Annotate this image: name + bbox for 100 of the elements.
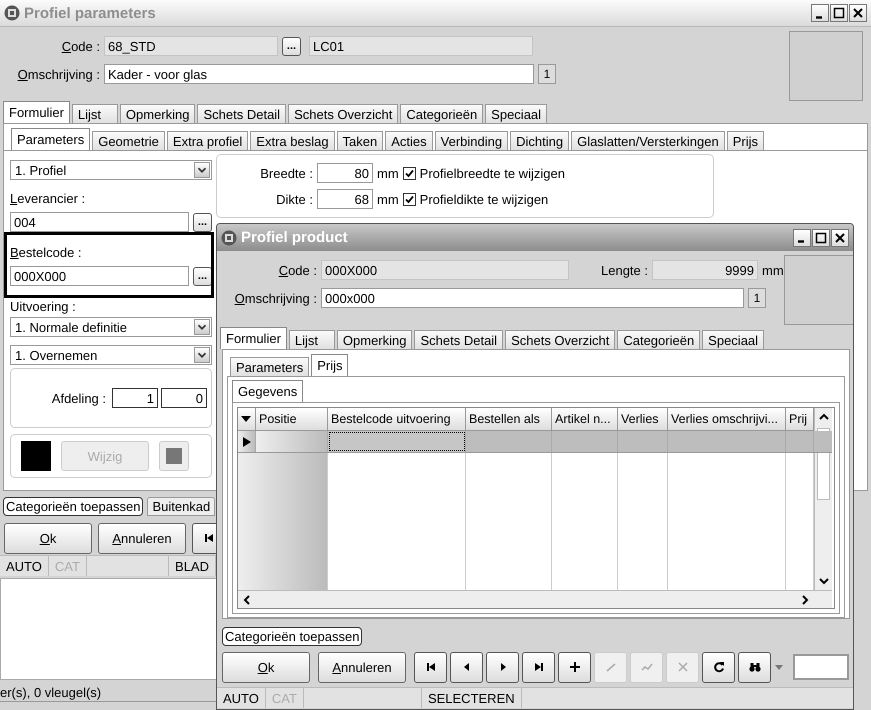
cancel-button[interactable]: Annuleren — [318, 652, 406, 682]
tab[interactable]: Formulier — [220, 327, 287, 349]
column-menu-button[interactable] — [238, 408, 256, 431]
plus-icon — [568, 661, 580, 673]
minimize-button[interactable] — [811, 4, 829, 22]
field-label: Omschrijving : — [16, 66, 100, 82]
tab[interactable]: Extra profiel — [166, 131, 248, 150]
close-button[interactable] — [849, 4, 867, 22]
tab[interactable]: Acties — [385, 131, 433, 150]
close-button[interactable] — [831, 228, 849, 246]
nav-button[interactable] — [702, 652, 735, 682]
tab[interactable]: Schets Detail — [197, 104, 286, 123]
cancel-button[interactable]: Annuleren — [98, 522, 186, 554]
field-label: Code : — [60, 38, 100, 54]
checkbox-label: Profieldikte te wijzigen — [420, 192, 548, 206]
maximize-button[interactable] — [830, 4, 848, 22]
tab[interactable]: Glaslatten/Versterkingen — [571, 131, 725, 150]
tab[interactable]: Lijst — [72, 104, 118, 123]
nav-button[interactable] — [414, 652, 447, 682]
row-pointer-icon — [242, 436, 250, 446]
length-field[interactable]: 9999 — [652, 260, 758, 280]
nav-button[interactable] — [738, 652, 771, 682]
nav-button[interactable] — [486, 652, 519, 682]
column-header[interactable]: Bestellen als — [466, 408, 552, 431]
tab[interactable]: Prijs — [726, 131, 764, 150]
chevron-icon — [194, 162, 210, 178]
side-tab[interactable]: Buitenkad — [147, 497, 216, 516]
supplier-field[interactable]: 004 — [10, 212, 189, 232]
unit-label: mm — [762, 262, 784, 278]
order-code-field[interactable]: 000X000 — [10, 266, 189, 286]
edit-icon — [604, 661, 616, 673]
code-field[interactable]: 68_STD — [104, 36, 278, 56]
post-icon — [640, 661, 652, 673]
tab[interactable]: Parameters — [230, 357, 310, 376]
tab[interactable]: Prijs — [311, 354, 348, 376]
field-label: Afdeling : — [52, 390, 106, 406]
tab[interactable]: Schets Overzicht — [505, 330, 616, 349]
tab[interactable]: Dichting — [510, 131, 570, 150]
ok-button[interactable]: Ok — [4, 522, 92, 554]
tab[interactable]: Formulier — [3, 101, 70, 123]
tab[interactable]: Gegevens — [232, 380, 304, 402]
tab[interactable]: Taken — [336, 131, 384, 150]
column-header[interactable]: Verlies — [618, 408, 668, 431]
tab[interactable]: Parameters — [11, 128, 90, 150]
tab[interactable]: Schets Overzicht — [288, 104, 398, 123]
dimension-field[interactable]: 68 — [317, 189, 373, 209]
tab[interactable]: Categorieën — [617, 330, 700, 349]
description-field[interactable]: 000x000 — [321, 288, 744, 308]
type-select[interactable]: 1. Profiel — [10, 160, 212, 180]
browse-button[interactable]: ... — [193, 212, 212, 232]
code-field[interactable]: 000X000 — [321, 260, 569, 280]
refresh-icon — [712, 661, 724, 673]
count-label: 1 — [538, 64, 556, 84]
checkbox[interactable] — [402, 192, 416, 206]
input-field[interactable] — [793, 654, 849, 680]
close-icon — [834, 232, 846, 244]
field-label: Code : — [278, 262, 317, 278]
tab[interactable]: Speciaal — [485, 104, 548, 123]
column-header[interactable]: Bestelcode uitvoering — [328, 408, 466, 431]
chevron-icon — [194, 347, 210, 363]
tab[interactable]: Opmerking — [336, 330, 412, 349]
minimize-button[interactable] — [793, 228, 811, 246]
tab[interactable]: Opmerking — [120, 104, 196, 123]
nav-button[interactable] — [522, 652, 555, 682]
tab[interactable]: Speciaal — [702, 330, 764, 349]
dimension-field[interactable]: 80 — [317, 163, 373, 183]
column-header[interactable]: Artikel n... — [552, 408, 618, 431]
department-field[interactable]: 1 — [112, 388, 158, 408]
status-text: er(s), 0 vleugel(s) — [0, 684, 102, 700]
maximize-icon — [833, 7, 845, 19]
mode-select[interactable]: 1. Overnemen — [10, 345, 212, 365]
apply-categories-button[interactable]: Categorieën toepassen — [222, 627, 362, 646]
column-header[interactable]: Verlies omschrijvi... — [668, 408, 786, 431]
tab[interactable]: Schets Detail — [414, 330, 504, 349]
tab[interactable]: Lijst — [288, 330, 335, 349]
execution-select[interactable]: 1. Normale definitie — [10, 317, 212, 337]
dropdown-caret-icon[interactable] — [774, 663, 784, 671]
description-field[interactable]: Kader - voor glas — [104, 64, 534, 84]
browse-button[interactable]: ... — [282, 36, 301, 56]
field-label: Dikte : — [275, 192, 313, 206]
checkbox[interactable] — [402, 166, 416, 180]
code-field[interactable]: LC01 — [309, 36, 533, 56]
tab[interactable]: Verbinding — [434, 131, 508, 150]
horizontal-scrollbar[interactable] — [238, 590, 832, 608]
color-swatch[interactable] — [159, 441, 189, 471]
tab[interactable]: Categorieën — [400, 104, 484, 123]
nav-button[interactable] — [450, 652, 483, 682]
column-header[interactable]: Prij — [786, 408, 814, 431]
apply-categories-button[interactable]: Categorieën toepassen — [3, 497, 144, 516]
tab[interactable]: Geometrie — [92, 131, 165, 150]
tab[interactable]: Extra beslag — [250, 131, 335, 150]
browse-button[interactable]: ... — [193, 266, 212, 286]
status-text: CAT — [48, 556, 87, 576]
ok-button[interactable]: Ok — [222, 652, 310, 682]
minimize-icon — [798, 240, 804, 243]
department-field[interactable]: 0 — [161, 388, 207, 408]
nav-button[interactable] — [558, 652, 591, 682]
window-title: Profiel product — [241, 229, 348, 246]
maximize-button[interactable] — [812, 228, 830, 246]
column-header[interactable]: Positie — [256, 408, 328, 431]
